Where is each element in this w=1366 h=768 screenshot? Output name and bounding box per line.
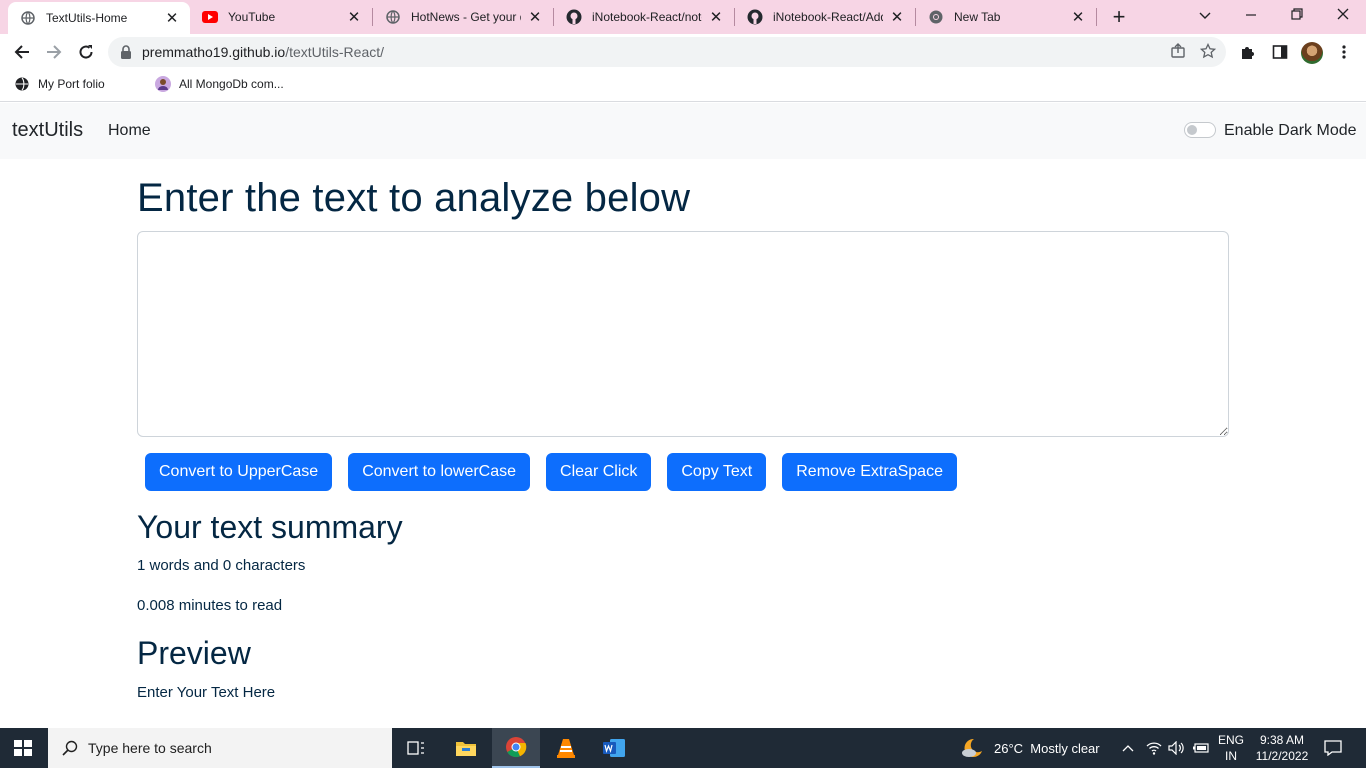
navbar-brand[interactable]: textUtils [12,119,83,142]
tab-search-chevron-icon[interactable] [1182,0,1228,30]
tab-title: iNotebook-React/Add [773,10,883,24]
weather-moon-icon [960,737,984,759]
nav-link-home[interactable]: Home [108,122,151,140]
new-tab-button[interactable]: + [1106,4,1132,30]
tab-title: iNotebook-React/note [592,10,702,24]
language-code: ENG [1217,733,1244,747]
remove-extra-space-button[interactable]: Remove ExtraSpace [782,453,957,491]
reload-icon[interactable] [72,38,100,66]
windows-start-icon[interactable] [14,740,32,756]
summary-heading: Your text summary [137,509,403,545]
browser-toolbar: premmatho19.github.io/textUtils-React/ [0,34,1366,70]
side-panel-icon[interactable] [1270,42,1290,62]
region-code: IN [1225,749,1237,763]
url-host: premmatho19.github.io [142,44,286,60]
chrome-icon [928,9,944,25]
address-bar[interactable]: premmatho19.github.io/textUtils-React/ [108,37,1226,67]
clear-button[interactable]: Clear Click [546,453,652,491]
action-button-row: Convert to UpperCase Convert to lowerCas… [145,453,957,491]
battery-icon[interactable] [1192,728,1210,768]
chrome-taskbar-icon[interactable] [492,728,540,768]
bookmark-label: All MongoDb com... [179,77,284,91]
task-view-icon[interactable] [392,728,440,768]
tab-textutils[interactable]: TextUtils-Home ✕ [8,2,190,34]
weather-widget[interactable]: 26°C Mostly clear [960,728,1100,768]
url-path: /textUtils-React/ [285,44,385,60]
bookmark-label: My Port folio [38,77,105,91]
system-clock[interactable]: 9:38 AM 11/2/2022 [1250,732,1314,764]
tab-new-tab[interactable]: New Tab ✕ [916,0,1096,34]
back-arrow-icon[interactable] [8,38,36,66]
tab-inotebook-note[interactable]: iNotebook-React/note ✕ [554,0,734,34]
bookmarks-bar: My Port folio All MongoDb com... [0,70,1366,102]
app-navbar: textUtils Home Enable Dark Mode [0,103,1366,159]
restore-button[interactable] [1274,0,1320,30]
close-tab-icon[interactable]: ✕ [164,9,180,27]
close-tab-icon[interactable]: ✕ [1070,8,1086,26]
taskbar-search-placeholder: Type here to search [88,740,212,756]
language-indicator[interactable]: ENG IN [1216,732,1246,764]
dark-mode-label: Enable Dark Mode [1224,122,1357,139]
word-count-text: 1 words and 0 characters [137,557,306,574]
tab-title: HotNews - Get your d [411,10,521,24]
close-tab-icon[interactable]: ✕ [889,8,905,26]
preview-text: Enter Your Text Here [137,684,276,701]
tab-title: New Tab [954,10,1001,24]
taskbar-search-box[interactable]: Type here to search [48,728,392,768]
tab-title: TextUtils-Home [46,11,128,25]
file-explorer-icon[interactable] [442,728,490,768]
close-window-button[interactable] [1320,0,1366,30]
weather-text: 26°C Mostly clear [994,740,1100,756]
bookmark-star-icon[interactable] [1199,42,1217,62]
youtube-icon [202,9,218,25]
notifications-icon[interactable] [1324,728,1342,768]
page-heading: Enter the text to analyze below [137,176,691,220]
github-icon [747,9,763,25]
word-icon[interactable] [590,728,638,768]
globe-icon [20,10,36,26]
tab-title: YouTube [228,10,276,24]
extensions-puzzle-icon[interactable] [1238,42,1258,62]
bookmark-mongodb[interactable]: All MongoDb com... [155,76,284,92]
dark-mode-toggle[interactable] [1184,122,1216,138]
preview-heading: Preview [137,635,251,671]
convert-lowercase-button[interactable]: Convert to lowerCase [348,453,531,491]
wifi-icon[interactable] [1146,728,1162,768]
vlc-icon[interactable] [542,728,590,768]
avatar-icon [155,76,171,92]
bookmark-my-portfolio[interactable]: My Port folio [14,76,105,92]
convert-uppercase-button[interactable]: Convert to UpperCase [145,453,333,491]
minimize-button[interactable] [1228,0,1274,30]
close-tab-icon[interactable]: ✕ [346,8,362,26]
volume-icon[interactable] [1168,728,1186,768]
tab-youtube[interactable]: YouTube ✕ [190,0,372,34]
text-input-area[interactable] [137,231,1229,437]
windows-taskbar: Type here to search 26°C Mostly clear EN… [0,728,1366,768]
copy-text-button[interactable]: Copy Text [667,453,767,491]
close-tab-icon[interactable]: ✕ [708,8,724,26]
tab-inotebook-add[interactable]: iNotebook-React/Add ✕ [735,0,915,34]
more-menu-icon[interactable] [1334,42,1354,62]
tab-hotnews[interactable]: HotNews - Get your d ✕ [373,0,553,34]
profile-avatar[interactable] [1301,42,1323,64]
share-icon[interactable] [1170,43,1186,62]
forward-arrow-icon[interactable] [40,38,68,66]
read-time-text: 0.008 minutes to read [137,597,283,614]
search-icon [62,740,78,756]
clock-time: 9:38 AM [1259,733,1305,747]
github-icon [566,9,582,25]
clock-date: 11/2/2022 [1255,749,1309,763]
tab-separator [1096,8,1097,26]
toggle-knob [1187,125,1197,135]
globe-icon [14,76,30,92]
show-hidden-icons-chevron-icon[interactable] [1122,728,1134,768]
lock-icon [120,45,134,59]
globe-icon [385,9,401,25]
browser-tab-strip: TextUtils-Home ✕ YouTube ✕ HotNews - Get… [0,0,1366,34]
close-tab-icon[interactable]: ✕ [527,8,543,26]
